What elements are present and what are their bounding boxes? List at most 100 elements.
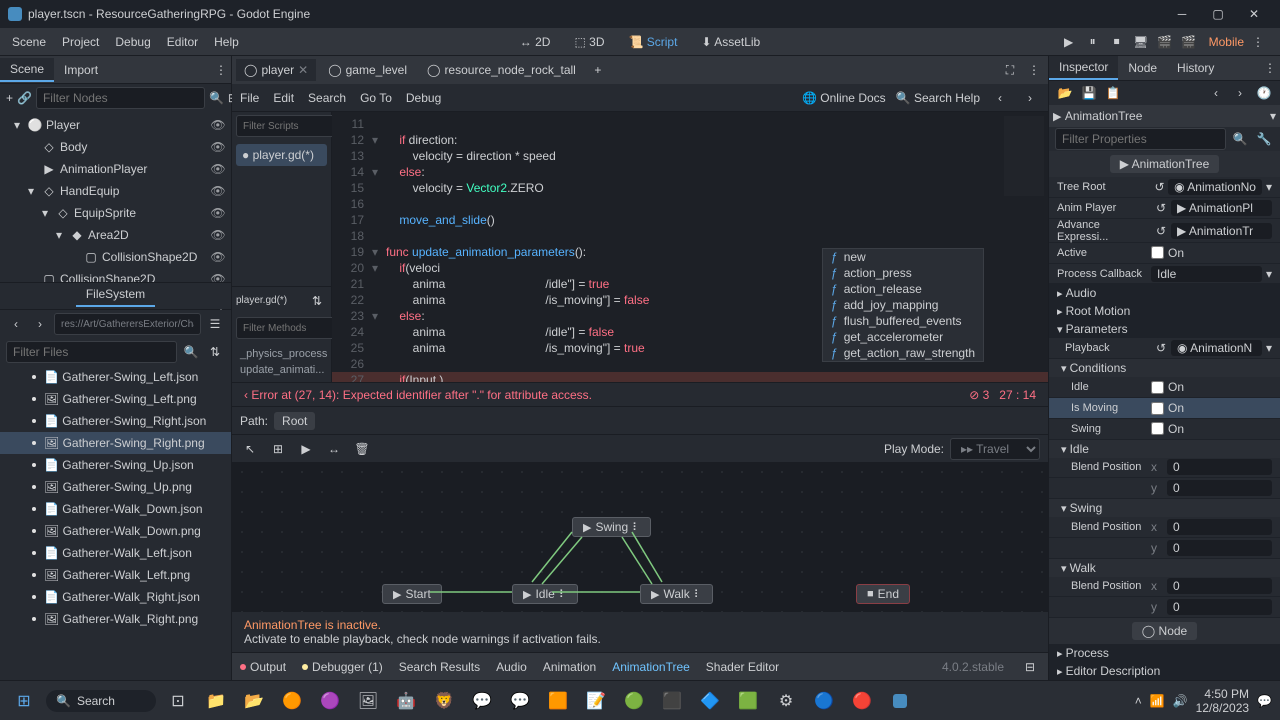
tb-folder[interactable]: 📂	[238, 685, 270, 717]
fs-item[interactable]: 🖼 Gatherer-Walk_Down.png	[0, 520, 231, 542]
swing-checkbox[interactable]	[1151, 422, 1164, 435]
graph-node-end[interactable]: ■ End	[856, 584, 910, 604]
movie-button[interactable]: 🎬	[1155, 32, 1175, 52]
autocomplete-item[interactable]: ƒget_accelerometer	[823, 329, 983, 345]
tab-scene[interactable]: Scene	[0, 58, 54, 82]
graph-node-walk[interactable]: ▶ Walk ⠇	[640, 584, 713, 604]
reset-adv-expr[interactable]: ↺	[1151, 221, 1171, 241]
inspector-menu[interactable]: ⋮	[1260, 58, 1280, 78]
menu-more[interactable]: ⋮	[1248, 32, 1268, 52]
menu-debug[interactable]: Debug	[115, 35, 150, 49]
tree-item[interactable]: ◇Body👁	[0, 136, 231, 158]
swing-blend-x[interactable]: 0	[1167, 519, 1272, 535]
idle-blend-x[interactable]: 0	[1167, 459, 1272, 475]
tab-debugger[interactable]: Debugger (1)	[302, 660, 383, 674]
graph-node-idle[interactable]: ▶ Idle ⠇	[512, 584, 578, 604]
add-tab[interactable]: +	[588, 60, 608, 80]
idle-blend-y[interactable]: 0	[1167, 480, 1272, 496]
add-node-button[interactable]: +	[6, 88, 13, 108]
tray-volume[interactable]: 🔊	[1173, 694, 1188, 708]
node-type[interactable]: AnimationTree	[1065, 109, 1270, 123]
tray-up[interactable]: ˄	[1135, 694, 1142, 708]
tab-animationtree[interactable]: AnimationTree	[612, 660, 690, 674]
anim-delete-icon[interactable]: 🗑	[352, 439, 372, 459]
tab-history[interactable]: History	[1167, 57, 1224, 79]
script-goto[interactable]: Go To	[360, 91, 392, 105]
tab-node[interactable]: Node	[1118, 57, 1167, 79]
is-moving-checkbox[interactable]	[1151, 402, 1164, 415]
filter-nodes-input[interactable]	[36, 87, 205, 109]
menu-project[interactable]: Project	[62, 35, 99, 49]
tb-app3[interactable]: 🤖	[390, 685, 422, 717]
walk-blend-x[interactable]: 0	[1167, 578, 1272, 594]
tab[interactable]: ◯player✕	[236, 59, 316, 81]
close-icon[interactable]: ✕	[298, 63, 308, 77]
autocomplete-item[interactable]: ƒflush_buffered_events	[823, 313, 983, 329]
script-sort[interactable]: ⇅	[307, 291, 327, 311]
sec-process[interactable]: ▸ Process	[1049, 644, 1280, 662]
taskbar-search[interactable]: 🔍 Search	[46, 690, 156, 712]
fs-item[interactable]: 🖼 Gatherer-Walk_Right.png	[0, 608, 231, 630]
tree-item[interactable]: ▢CollisionShape2D👁	[0, 268, 231, 282]
reset-tree-root[interactable]: ↺	[1151, 177, 1168, 197]
graph-node-start[interactable]: ▶ Start	[382, 584, 442, 604]
tb-app1[interactable]: 🟣	[314, 685, 346, 717]
fs-item[interactable]: 📄 Gatherer-Swing_Left.json	[0, 366, 231, 388]
fs-item[interactable]: 📄 Gatherer-Walk_Down.json	[0, 498, 231, 520]
tabs-menu[interactable]: ⋮	[1024, 60, 1044, 80]
tree-item[interactable]: ▾◇HandEquip👁	[0, 180, 231, 202]
fs-item[interactable]: 📄 Gatherer-Swing_Right.json	[0, 410, 231, 432]
clock-time[interactable]: 4:50 PM	[1196, 687, 1249, 701]
mobile-label[interactable]: Mobile	[1209, 35, 1244, 49]
script-search[interactable]: Search	[308, 91, 346, 105]
tab-inspector[interactable]: Inspector	[1049, 56, 1118, 80]
tb-blender[interactable]: 🟠	[276, 685, 308, 717]
play-button[interactable]: ▶	[1059, 32, 1079, 52]
sec-conditions[interactable]: ▾ Conditions	[1049, 359, 1280, 377]
scene-panel-menu[interactable]: ⋮	[211, 60, 231, 80]
sec-root-motion[interactable]: ▸ Root Motion	[1049, 302, 1280, 320]
node-dropdown-icon[interactable]: ▾	[1270, 109, 1276, 123]
menu-editor[interactable]: Editor	[167, 35, 198, 49]
insp-save[interactable]: 💾	[1079, 83, 1099, 103]
start-button[interactable]: ⊞	[8, 685, 40, 717]
playback-val[interactable]: ◉ AnimationN	[1171, 340, 1262, 356]
menu-help[interactable]: Help	[214, 35, 239, 49]
script-file[interactable]: File	[240, 91, 259, 105]
clock-date[interactable]: 12/8/2023	[1196, 701, 1249, 715]
view-script[interactable]: 📜 Script	[620, 33, 685, 51]
search-help[interactable]: 🔍 Search Help	[896, 91, 980, 105]
filter-props[interactable]	[1055, 128, 1226, 150]
autocomplete-popup[interactable]: ƒnewƒaction_pressƒaction_releaseƒadd_joy…	[822, 248, 984, 362]
autocomplete-item[interactable]: ƒnew	[823, 249, 983, 265]
script-fwd[interactable]: ›	[1020, 88, 1040, 108]
close-button[interactable]: ✕	[1236, 0, 1272, 28]
sec-idle[interactable]: ▾ Idle	[1049, 440, 1280, 458]
tab[interactable]: ◯resource_node_rock_tall	[419, 59, 584, 81]
walk-blend-y[interactable]: 0	[1167, 599, 1272, 615]
anim-player-val[interactable]: ▶ AnimationPl	[1171, 200, 1272, 216]
tab[interactable]: ◯game_level	[320, 59, 415, 81]
anim-link-icon[interactable]: ↔	[324, 439, 344, 459]
minimize-button[interactable]: ─	[1164, 0, 1200, 28]
tree-item[interactable]: ▢CollisionShape2D👁	[0, 246, 231, 268]
swing-blend-y[interactable]: 0	[1167, 540, 1272, 556]
tb-app6[interactable]: 🟩	[732, 685, 764, 717]
tab-animation[interactable]: Animation	[543, 660, 596, 674]
tree-item[interactable]: ▾◇EquipSprite👁	[0, 202, 231, 224]
tb-notes[interactable]: 📝	[580, 685, 612, 717]
tb-app2[interactable]: 🖼	[352, 685, 384, 717]
link-button[interactable]: 🔗	[17, 88, 32, 108]
fs-back[interactable]: ‹	[6, 314, 26, 334]
tb-app7[interactable]: 🔵	[808, 685, 840, 717]
process-cb-val[interactable]: Idle	[1151, 266, 1262, 282]
path-root[interactable]: Root	[274, 412, 315, 430]
fs-item[interactable]: 📄 Gatherer-Walk_Right.json	[0, 586, 231, 608]
filter-files-input[interactable]	[6, 341, 177, 363]
class-badge[interactable]: ▶ AnimationTree	[1110, 155, 1220, 173]
reset-anim-player[interactable]: ↺	[1151, 198, 1171, 218]
search-icon[interactable]: 🔍	[209, 88, 224, 108]
sec-swing[interactable]: ▾ Swing	[1049, 499, 1280, 517]
view-2d[interactable]: ↔ 2D	[512, 33, 559, 51]
fs-item[interactable]: 🖼 Gatherer-Walk_Left.png	[0, 564, 231, 586]
